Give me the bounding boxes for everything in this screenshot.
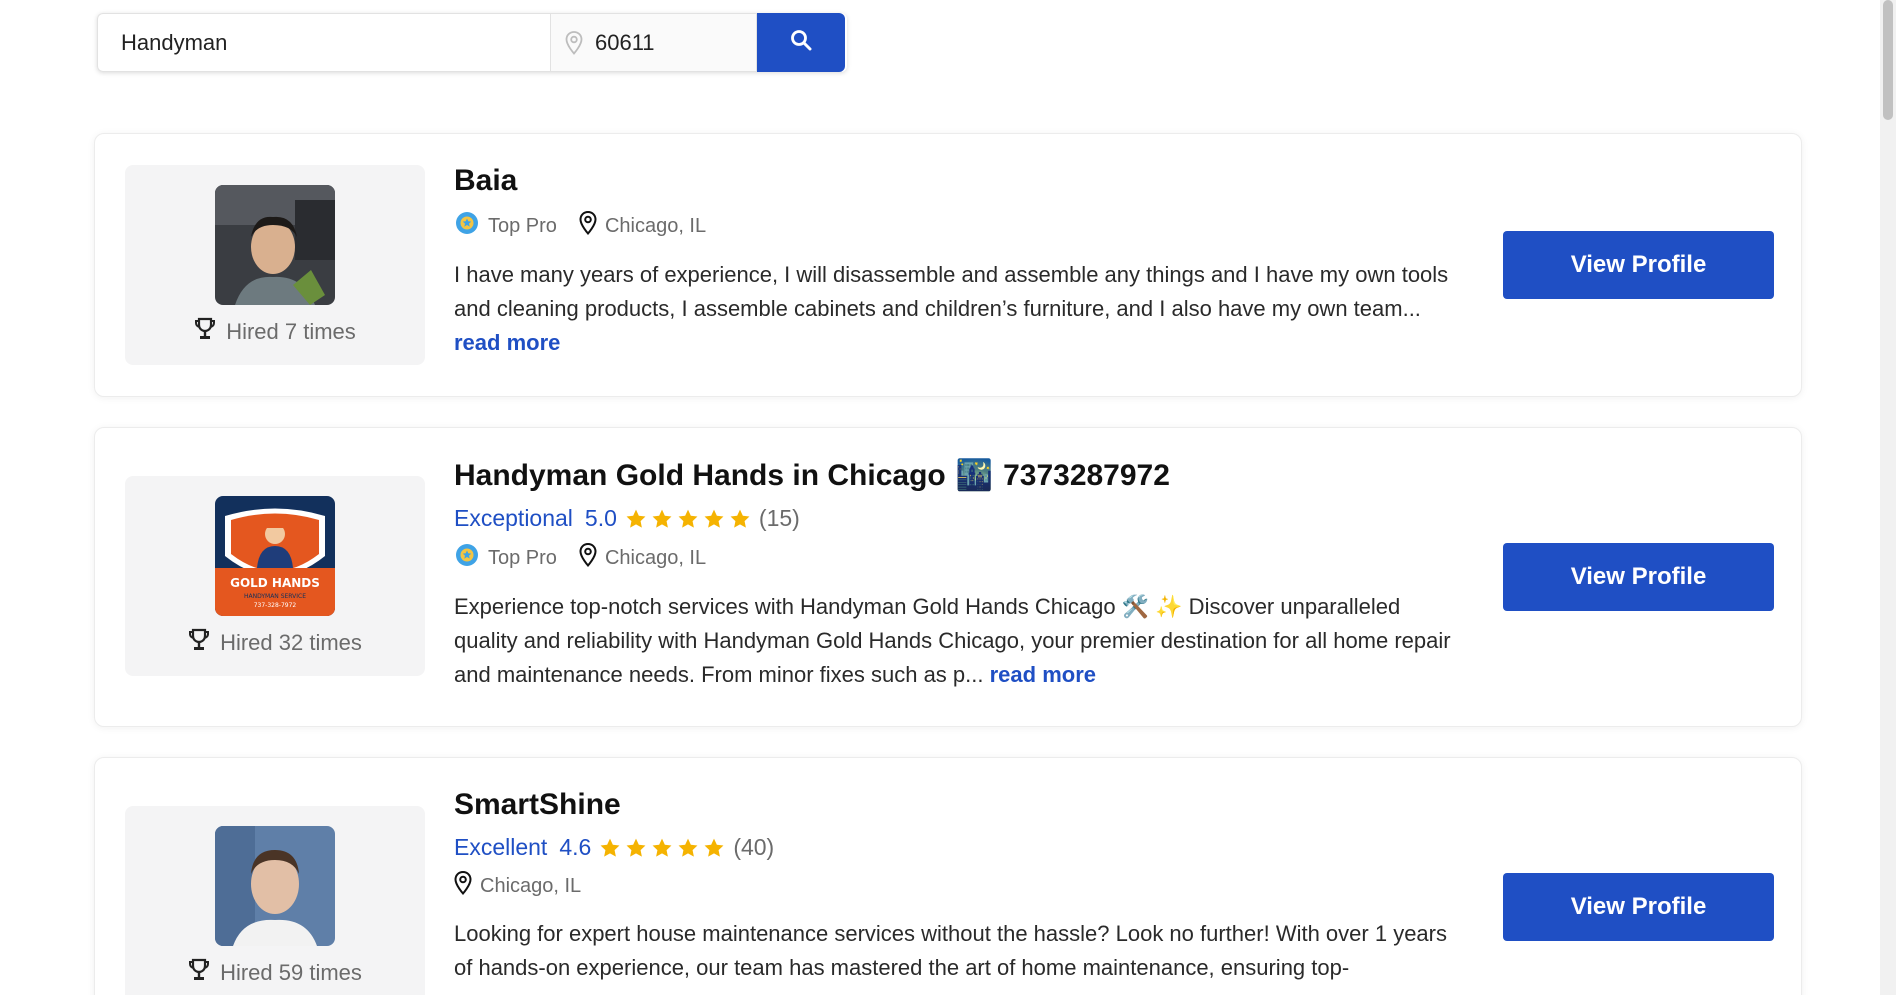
star-icon	[704, 838, 724, 857]
hired-text: Hired 59 times	[220, 960, 362, 985]
avatar[interactable]	[215, 826, 335, 946]
top-pro-badge: Top Pro	[454, 542, 557, 574]
pro-name[interactable]: Handyman Gold Hands in Chicago 🌃 7373287…	[454, 458, 1464, 493]
location-pin-icon	[579, 210, 597, 241]
pro-location-text: Chicago, IL	[480, 874, 582, 897]
read-more-link[interactable]: read more	[990, 662, 1096, 687]
trophy-icon	[188, 958, 210, 988]
read-more-link[interactable]: read more	[454, 330, 560, 355]
star-icon	[730, 509, 750, 528]
star-icon	[704, 509, 724, 528]
service-search-value: Handyman	[121, 29, 228, 55]
avatar[interactable]	[215, 185, 335, 305]
pro-description: I have many years of experience, I will …	[454, 258, 1464, 360]
pro-meta: Top Pro Chicago, IL	[454, 542, 1464, 574]
pro-description: Looking for expert house maintenance ser…	[454, 917, 1464, 985]
location-pin-icon	[454, 870, 472, 901]
location-pin-icon	[579, 542, 597, 573]
pro-name-text: SmartShine	[454, 788, 621, 821]
top-pro-badge-label: Top Pro	[488, 546, 557, 569]
trophy-icon	[194, 317, 216, 347]
trophy-icon	[188, 628, 210, 658]
pro-name-text: Baia	[454, 164, 518, 197]
rating-word: Exceptional	[454, 505, 573, 531]
city-emoji: 🌃	[955, 459, 994, 492]
star-icon	[626, 838, 646, 857]
view-profile-button[interactable]: View Profile	[1503, 231, 1774, 299]
star-icon	[678, 509, 698, 528]
hired-count: Hired 59 times	[188, 958, 362, 988]
pro-location-text: Chicago, IL	[604, 546, 707, 569]
rating-row: Exceptional 5.0 (15)	[454, 505, 1464, 532]
search-button[interactable]	[757, 13, 845, 72]
search-bar: Handyman 60611	[97, 13, 847, 72]
hired-count: Hired 32 times	[188, 628, 362, 658]
rating-value: 5.0	[584, 505, 617, 531]
star-icon	[626, 509, 646, 528]
rating-value: 4.6	[559, 834, 592, 860]
pro-details: SmartShine Excellent 4.6 (40) Chicago, I…	[454, 788, 1464, 985]
pro-location: Chicago, IL	[579, 542, 707, 573]
pro-name[interactable]: SmartShine	[454, 788, 1464, 822]
zip-code-value: 60611	[595, 29, 655, 55]
pro-card: GOLD HANDS HANDYMAN SERVICE 737-328-7972…	[94, 427, 1802, 727]
pro-location: Chicago, IL	[579, 210, 707, 241]
pro-description-text: I have many years of experience, I will …	[454, 262, 1449, 321]
star-icon	[600, 838, 620, 857]
pro-card: Hired 7 times Baia Top Pro Chicago, IL I…	[94, 133, 1802, 397]
hired-count: Hired 7 times	[194, 317, 356, 347]
top-pro-badge: Top Pro	[454, 210, 557, 242]
top-pro-badge-icon	[454, 210, 480, 242]
logo-subtitle-text: HANDYMAN SERVICE	[244, 593, 306, 600]
pro-meta: Top Pro Chicago, IL	[454, 210, 1464, 242]
pro-summary-panel: Hired 7 times	[125, 165, 425, 365]
pro-name-text: Handyman Gold Hands in Chicago	[454, 458, 946, 492]
rating-word: Excellent	[454, 834, 548, 860]
zip-code-input[interactable]: 60611	[550, 13, 757, 72]
top-pro-badge-label: Top Pro	[488, 214, 557, 237]
pro-description: Experience top-notch services with Handy…	[454, 590, 1464, 692]
pro-location-text: Chicago, IL	[604, 214, 707, 237]
pro-details: Handyman Gold Hands in Chicago 🌃 7373287…	[454, 458, 1464, 692]
location-pin-icon	[565, 30, 583, 55]
star-rating	[599, 837, 725, 859]
logo-phone-text: 737-328-7972	[254, 602, 297, 609]
star-icon	[652, 838, 672, 857]
top-pro-badge-icon	[454, 542, 480, 574]
star-icon	[652, 509, 672, 528]
pro-details: Baia Top Pro Chicago, IL I have many yea…	[454, 164, 1464, 360]
view-profile-button[interactable]: View Profile	[1503, 873, 1774, 941]
hired-text: Hired 32 times	[220, 630, 362, 655]
service-search-input[interactable]: Handyman	[97, 13, 550, 72]
pro-card: Hired 59 times SmartShine Excellent 4.6 …	[94, 757, 1802, 995]
logo-title-text: GOLD HANDS	[230, 576, 320, 590]
view-profile-button[interactable]: View Profile	[1503, 543, 1774, 611]
pro-meta: Chicago, IL	[454, 870, 1464, 901]
pro-name-phone: 7373287972	[1003, 458, 1170, 492]
review-count: (15)	[758, 505, 800, 531]
scrollbar[interactable]	[1880, 0, 1896, 995]
pro-summary-panel: Hired 59 times	[125, 806, 425, 995]
hired-text: Hired 7 times	[226, 319, 356, 344]
pro-description-text: Looking for expert house maintenance ser…	[454, 921, 1447, 980]
business-logo[interactable]: GOLD HANDS HANDYMAN SERVICE 737-328-7972	[215, 496, 335, 616]
search-icon	[790, 29, 812, 56]
scrollbar-thumb[interactable]	[1883, 0, 1893, 120]
review-count: (40)	[733, 834, 775, 860]
rating-row: Excellent 4.6 (40)	[454, 834, 1464, 861]
pro-description-text: Experience top-notch services with Handy…	[454, 594, 1451, 687]
pro-name[interactable]: Baia	[454, 164, 1464, 198]
pro-location: Chicago, IL	[454, 870, 582, 901]
pro-summary-panel: GOLD HANDS HANDYMAN SERVICE 737-328-7972…	[125, 476, 425, 676]
star-rating	[625, 508, 751, 530]
star-icon	[678, 838, 698, 857]
